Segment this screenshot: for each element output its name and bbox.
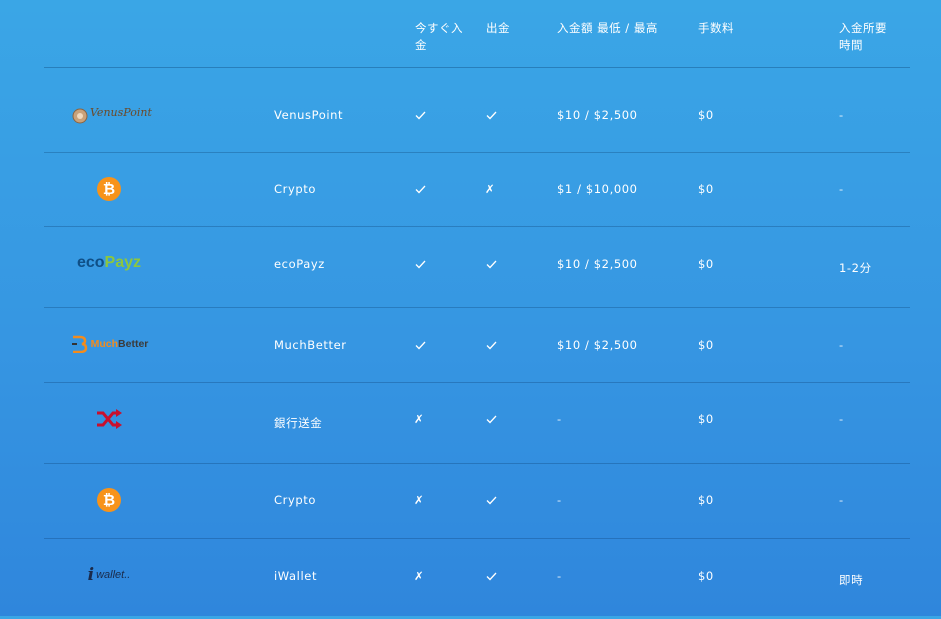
iwallet-i-icon: i [87, 565, 95, 585]
fee-value: $0 [698, 412, 714, 426]
deposit-limits: $10 / $2,500 [557, 338, 638, 352]
method-name: 銀行送金 [274, 416, 323, 430]
fee-value: $0 [698, 569, 714, 583]
deposit-time: 即時 [839, 573, 864, 587]
header-deposit-time: 入金所要時間 [839, 21, 887, 52]
fee-value: $0 [698, 338, 714, 352]
check-icon [415, 260, 426, 269]
method-name: VenusPoint [274, 108, 344, 122]
payment-methods-table: 今すぐ入金 出金 入金額 最低 / 最高 手数料 入金所要時間 VenusPoi… [44, 0, 910, 619]
method-name: ecoPayz [274, 257, 325, 271]
deposit-time: 1-2分 [839, 261, 872, 275]
check-icon [415, 185, 426, 194]
method-name: Crypto [274, 182, 317, 196]
deposit-limits: - [557, 493, 562, 507]
shuffle-icon [97, 409, 122, 429]
deposit-limits: $10 / $2,500 [557, 108, 638, 122]
check-icon [486, 572, 497, 581]
svg-text:₿: ₿ [103, 180, 115, 198]
muchbetter-b-icon [71, 335, 87, 353]
iwallet-logo: i wallet.. [44, 565, 174, 585]
bitcoin-icon: ₿ [97, 488, 121, 512]
table-row: ₿ Crypto ✗ $1 / $10,000 $0 - [44, 153, 910, 227]
method-name: MuchBetter [274, 338, 347, 352]
deposit-limits: - [557, 412, 562, 426]
bank-transfer-logo [44, 407, 174, 431]
check-icon [486, 496, 497, 505]
cross-icon: ✗ [414, 569, 425, 583]
table-row: i wallet.. iWallet ✗ - $0 即時 [44, 539, 910, 619]
check-icon [486, 341, 497, 350]
check-icon [415, 341, 426, 350]
venuspoint-logo: VenusPoint [44, 106, 174, 126]
table-row: VenusPoint VenusPoint $10 / $2,500 $0 - [44, 68, 910, 153]
fee-value: $0 [698, 182, 714, 196]
deposit-limits: - [557, 569, 562, 583]
bitcoin-icon: ₿ [97, 177, 121, 201]
muchbetter-logo-text: MuchBetter [90, 338, 149, 350]
cross-icon: ✗ [414, 493, 425, 507]
muchbetter-logo: MuchBetter [44, 334, 174, 354]
deposit-time: - [839, 412, 844, 426]
table-row: ecoPayz ecoPayz $10 / $2,500 $0 1-2分 [44, 227, 910, 308]
method-name: iWallet [274, 569, 318, 583]
svg-text:₿: ₿ [103, 491, 115, 509]
deposit-limits: $10 / $2,500 [557, 257, 638, 271]
header-withdrawal: 出金 [486, 21, 510, 35]
method-name: Crypto [274, 493, 317, 507]
table-row: MuchBetter MuchBetter $10 / $2,500 $0 - [44, 308, 910, 383]
header-fee: 手数料 [698, 21, 734, 35]
table-header: 今すぐ入金 出金 入金額 最低 / 最高 手数料 入金所要時間 [44, 0, 910, 68]
deposit-time: - [839, 493, 844, 507]
bitcoin-logo: ₿ [44, 176, 174, 202]
deposit-time: - [839, 108, 844, 122]
cross-icon: ✗ [414, 412, 425, 426]
fee-value: $0 [698, 257, 714, 271]
header-instant-deposit: 今すぐ入金 [415, 21, 463, 52]
cross-icon: ✗ [485, 182, 496, 196]
table-row: ₿ Crypto ✗ - $0 - [44, 464, 910, 539]
bitcoin-logo: ₿ [44, 487, 174, 513]
iwallet-logo-text: wallet.. [96, 569, 131, 581]
deposit-time: - [839, 182, 844, 196]
check-icon [415, 111, 426, 120]
check-icon [486, 111, 497, 120]
fee-value: $0 [698, 493, 714, 507]
header-deposit-limits: 入金額 最低 / 最高 [557, 21, 658, 35]
fee-value: $0 [698, 108, 714, 122]
venuspoint-logo-text: VenusPoint [90, 106, 152, 119]
table-row: 銀行送金 ✗ - $0 - [44, 383, 910, 464]
deposit-time: - [839, 338, 844, 352]
deposit-limits: $1 / $10,000 [557, 182, 638, 196]
check-icon [486, 260, 497, 269]
check-icon [486, 415, 497, 424]
ecopayz-logo-text: ecoPayz [76, 254, 142, 271]
ecopayz-logo: ecoPayz [44, 253, 174, 273]
